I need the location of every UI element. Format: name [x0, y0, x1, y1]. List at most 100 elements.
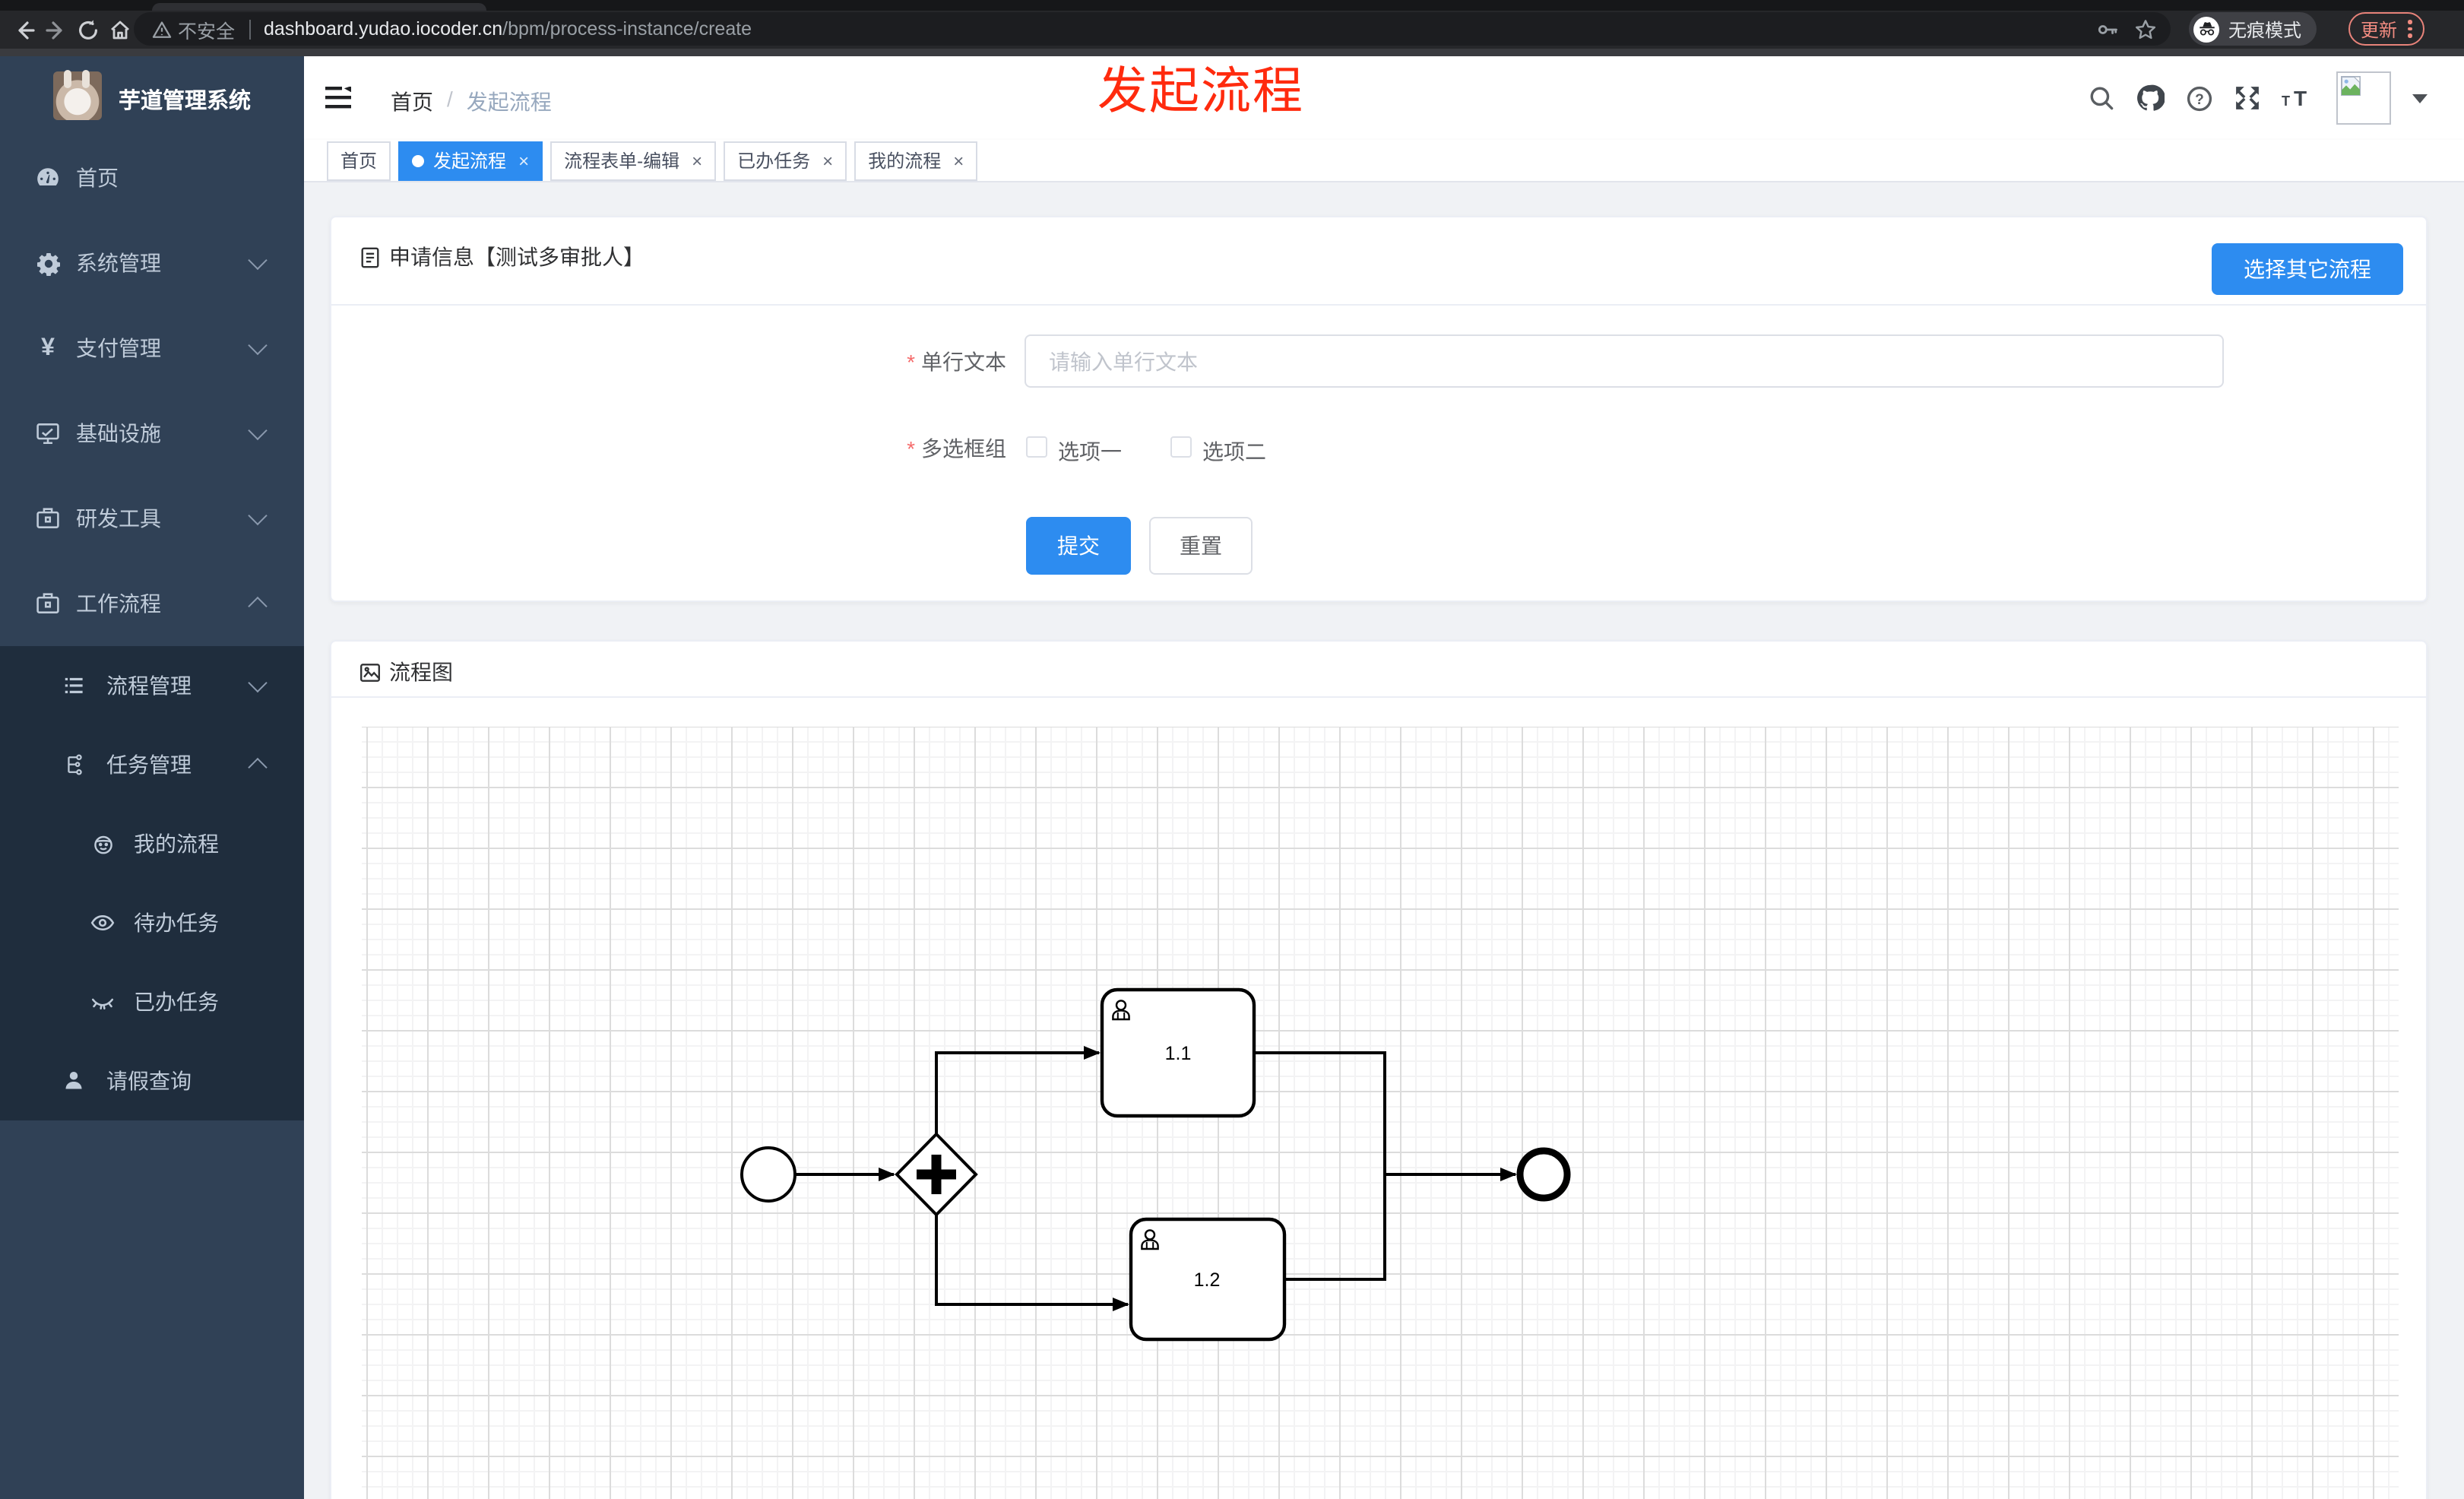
- face-icon: [90, 831, 116, 857]
- breadcrumb-current: 发起流程: [466, 90, 552, 114]
- not-secure-warning-icon: [152, 21, 172, 37]
- sidebar: 芋道管理系统 首页 系统管理 ¥ 支付管理 基础设施 研发工具 工作流程 流程管…: [0, 56, 304, 1499]
- avatar-caret-icon[interactable]: [2412, 93, 2428, 103]
- browser-menu-icon[interactable]: [2408, 20, 2412, 38]
- tab-label: 我的流程: [868, 151, 942, 172]
- avatar[interactable]: [2336, 71, 2391, 125]
- sidebar-fold-button[interactable]: [325, 86, 351, 109]
- help-icon[interactable]: ?: [2186, 84, 2213, 112]
- sidebar-item-label: 首页: [76, 166, 119, 190]
- submit-button[interactable]: 提交: [1026, 517, 1131, 575]
- workflow-submenu: 流程管理 任务管理 我的流程 待办任务 已办任务 请假查询: [0, 646, 304, 1120]
- edge-task1-to-merge: [1254, 1051, 1386, 1174]
- close-icon[interactable]: ×: [953, 150, 964, 171]
- security-chip[interactable]: 不安全: [152, 14, 235, 43]
- sidebar-item-label: 请假查询: [106, 1069, 192, 1093]
- forward-icon: [45, 21, 62, 39]
- sidebar-item-workflow[interactable]: 工作流程: [0, 561, 304, 646]
- svg-text:T: T: [2294, 87, 2307, 110]
- sidebar-item-my-process[interactable]: 我的流程: [0, 804, 304, 883]
- sidebar-item-label: 支付管理: [76, 336, 161, 360]
- dashboard-icon: [35, 165, 61, 191]
- search-icon[interactable]: [2089, 85, 2114, 111]
- sidebar-item-infra[interactable]: 基础设施: [0, 391, 304, 476]
- edge-task2-to-merge: [1284, 1173, 1386, 1281]
- tab-my-process[interactable]: 我的流程 ×: [854, 141, 978, 180]
- back-button[interactable]: [9, 15, 38, 44]
- browser-chrome: 不安全 dashboard.yudao.iocoder.cn/bpm/proce…: [0, 0, 2464, 56]
- active-dot: [412, 154, 425, 166]
- tab-label: 首页: [340, 151, 378, 172]
- page-content: 申请信息【测试多审批人】 选择其它流程 *单行文本 *多选框组 选项一 选项二 …: [304, 182, 2464, 1499]
- choose-other-process-button[interactable]: 选择其它流程: [2212, 243, 2403, 295]
- tab-label: 流程表单-编辑: [564, 151, 680, 172]
- url-divider: [249, 19, 251, 39]
- url-path: /bpm/process-instance/create: [502, 18, 752, 40]
- password-key-icon[interactable]: [2096, 17, 2119, 40]
- app-logo-row[interactable]: 芋道管理系统: [0, 68, 304, 135]
- single-line-input[interactable]: [1025, 334, 2224, 388]
- task-1-label: 1.1: [1165, 1043, 1192, 1064]
- browser-update-button[interactable]: 更新: [2348, 12, 2424, 46]
- sidebar-item-system[interactable]: 系统管理: [0, 220, 304, 306]
- sidebar-item-devtools[interactable]: 研发工具: [0, 476, 304, 561]
- github-icon[interactable]: [2136, 84, 2165, 113]
- checkbox-option-1[interactable]: [1026, 436, 1047, 458]
- browser-tab[interactable]: [152, 3, 486, 11]
- sidebar-item-payment[interactable]: ¥ 支付管理: [0, 306, 304, 391]
- fullscreen-icon[interactable]: [2234, 85, 2260, 111]
- monitor-icon: [35, 420, 61, 446]
- url-bar[interactable]: 不安全 dashboard.yudao.iocoder.cn/bpm/proce…: [134, 12, 2171, 46]
- home-button[interactable]: [105, 15, 134, 44]
- chevron-up-icon: [248, 757, 268, 778]
- sidebar-item-done-tasks[interactable]: 已办任务: [0, 962, 304, 1041]
- url-domain: dashboard.yudao.iocoder.cn: [264, 18, 503, 40]
- svg-text:T: T: [2282, 93, 2290, 109]
- sidebar-item-process-mgmt[interactable]: 流程管理: [0, 646, 304, 725]
- tab-create-process[interactable]: 发起流程 ×: [398, 141, 543, 180]
- sidebar-item-label: 基础设施: [76, 421, 161, 445]
- bpmn-start-event: [740, 1146, 797, 1203]
- close-icon[interactable]: ×: [692, 150, 702, 171]
- checkbox-option-2-label: 选项二: [1202, 439, 1266, 464]
- tags-view-bar: 首页 发起流程 × 流程表单-编辑 × 已办任务 × 我的流程 ×: [304, 140, 2464, 182]
- reset-button[interactable]: 重置: [1149, 517, 1253, 575]
- close-icon[interactable]: ×: [518, 150, 529, 171]
- flow-card-title: 流程图: [389, 660, 453, 684]
- eye-icon: [90, 910, 116, 936]
- bpmn-end-event: [1516, 1147, 1571, 1202]
- incognito-icon: [2193, 16, 2219, 42]
- sidebar-item-label: 流程管理: [106, 673, 192, 698]
- browser-tabstrip: [0, 0, 2464, 11]
- sidebar-item-label: 我的流程: [134, 832, 219, 856]
- bookmark-star-icon[interactable]: [2134, 17, 2157, 40]
- tab-form-edit[interactable]: 流程表单-编辑 ×: [550, 141, 717, 180]
- bpmn-canvas: 1.1 1.2: [362, 727, 2399, 1499]
- chevron-up-icon: [248, 596, 268, 616]
- eye-closed-icon: [90, 989, 116, 1015]
- browser-toolbar: 不安全 dashboard.yudao.iocoder.cn/bpm/proce…: [0, 11, 2464, 49]
- forward-button[interactable]: [41, 15, 70, 44]
- sidebar-item-home[interactable]: 首页: [0, 135, 304, 220]
- sidebar-item-label: 任务管理: [106, 753, 192, 777]
- chevron-down-icon: [248, 250, 268, 271]
- reload-icon: [78, 19, 97, 39]
- close-icon[interactable]: ×: [822, 150, 833, 171]
- breadcrumb: 首页 / 发起流程: [391, 87, 552, 117]
- update-label: 更新: [2361, 19, 2398, 40]
- sidebar-item-leave-query[interactable]: 请假查询: [0, 1041, 304, 1120]
- gear-icon: [35, 250, 61, 276]
- checkbox-option-2[interactable]: [1170, 436, 1192, 458]
- sidebar-item-todo-tasks[interactable]: 待办任务: [0, 883, 304, 962]
- breadcrumb-home[interactable]: 首页: [391, 87, 433, 117]
- tab-done-tasks[interactable]: 已办任务 ×: [724, 141, 847, 180]
- checkbox-option-1-label: 选项一: [1058, 439, 1122, 464]
- reload-button[interactable]: [73, 15, 102, 44]
- apply-card-title: 申请信息【测试多审批人】: [389, 245, 645, 269]
- required-star: *: [907, 436, 915, 461]
- font-size-icon[interactable]: TT: [2282, 85, 2315, 111]
- tab-home[interactable]: 首页: [327, 141, 391, 180]
- sidebar-item-task-mgmt[interactable]: 任务管理: [0, 725, 304, 804]
- broken-image-icon: [2341, 76, 2361, 96]
- screen: 不安全 dashboard.yudao.iocoder.cn/bpm/proce…: [0, 0, 2464, 1499]
